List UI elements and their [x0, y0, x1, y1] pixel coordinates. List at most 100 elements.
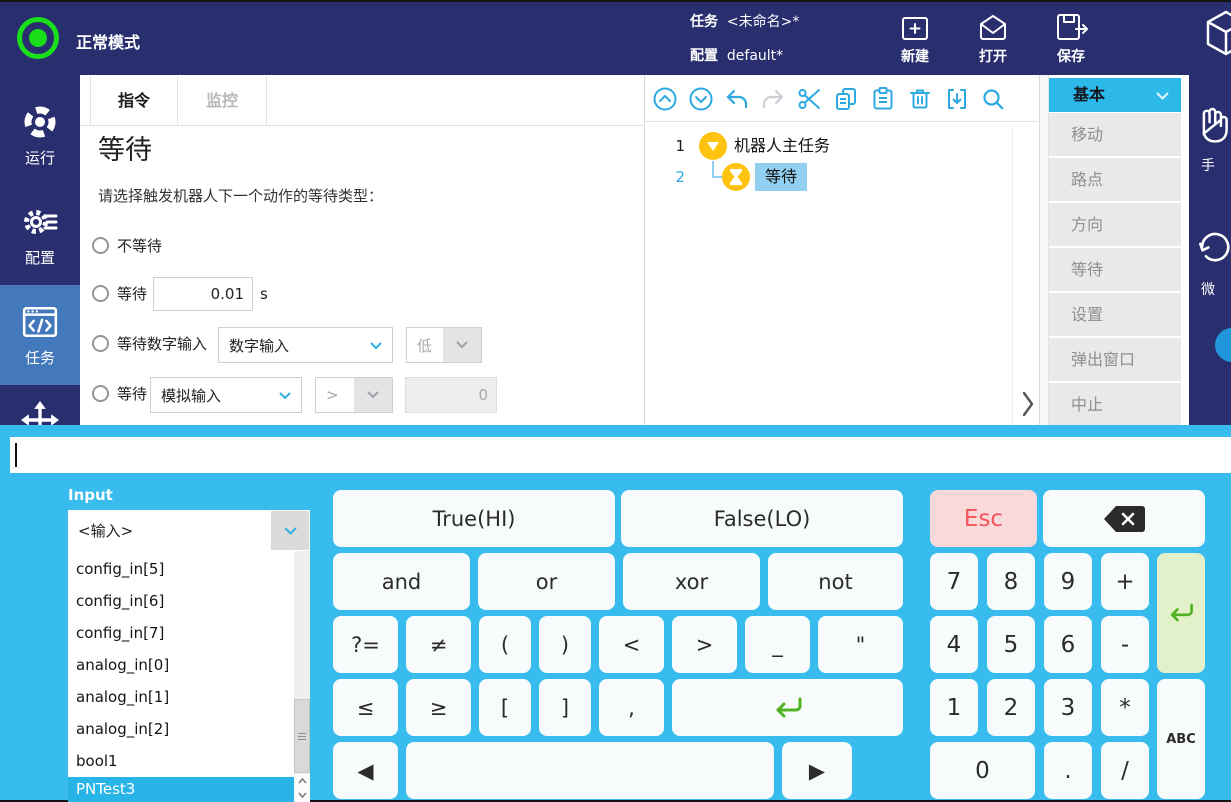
analog-operator-dropdown[interactable]: > — [315, 377, 393, 413]
key-enter[interactable] — [1157, 553, 1205, 673]
analog-input-dropdown[interactable]: 模拟输入 — [150, 377, 302, 413]
radio-no-wait[interactable] — [92, 237, 109, 254]
key-7[interactable]: 7 — [930, 553, 978, 610]
key-9[interactable]: 9 — [1044, 553, 1092, 610]
new-button[interactable]: 新建 — [883, 10, 947, 72]
key-star[interactable]: * — [1101, 679, 1149, 736]
sidebar-item-task[interactable]: 任务 — [0, 285, 80, 385]
tree-scrollbar[interactable] — [1012, 128, 1013, 425]
scroll-down-button[interactable] — [294, 788, 310, 802]
radio-wait-time[interactable] — [92, 285, 109, 302]
key-space[interactable] — [406, 742, 774, 799]
list-item[interactable]: analog_in[1] — [68, 681, 294, 713]
copy-icon[interactable] — [833, 86, 859, 112]
key-less-than[interactable]: < — [599, 616, 664, 673]
key-abc-mode[interactable]: ABC — [1157, 679, 1205, 799]
command-item-move[interactable]: 移动 — [1049, 113, 1181, 156]
radio-wait-analog[interactable] — [92, 385, 109, 402]
command-item-set[interactable]: 设置 — [1049, 293, 1181, 336]
key-greater-equal[interactable]: ≥ — [406, 679, 471, 736]
wait-seconds-input[interactable]: 0.01 — [153, 277, 253, 311]
list-item[interactable]: bool1 — [68, 745, 294, 777]
radio-wait-digital[interactable] — [92, 335, 109, 352]
command-item-wait[interactable]: 等待 — [1049, 248, 1181, 291]
key-0[interactable]: 0 — [930, 742, 1035, 799]
list-item[interactable]: analog_in[2] — [68, 713, 294, 745]
key-false-lo[interactable]: False(LO) — [621, 490, 903, 547]
key-minus[interactable]: - — [1101, 616, 1149, 673]
blue-circle-icon[interactable] — [1215, 328, 1231, 362]
key-4[interactable]: 4 — [930, 616, 978, 673]
key-return[interactable] — [672, 679, 903, 736]
key-comma[interactable]: , — [599, 679, 664, 736]
insert-icon[interactable] — [944, 86, 970, 112]
key-slash[interactable]: / — [1101, 742, 1149, 799]
key-cursor-right[interactable]: ▶ — [782, 742, 852, 799]
expand-down-icon[interactable] — [688, 86, 714, 112]
search-icon[interactable] — [980, 86, 1006, 112]
key-quote[interactable]: " — [818, 616, 903, 673]
key-8[interactable]: 8 — [987, 553, 1035, 610]
expand-panel-chevron-icon[interactable] — [1020, 390, 1036, 418]
digital-level-dropdown[interactable]: 低 — [406, 327, 482, 363]
rotate-icon[interactable] — [1195, 229, 1231, 267]
key-5[interactable]: 5 — [987, 616, 1035, 673]
key-not-equal[interactable]: ≠ — [406, 616, 471, 673]
tree-row-main-task[interactable]: 机器人主任务 — [734, 132, 830, 160]
command-item-direction[interactable]: 方向 — [1049, 203, 1181, 246]
key-backspace[interactable] — [1043, 490, 1205, 547]
key-3[interactable]: 3 — [1044, 679, 1092, 736]
sidebar-item-run[interactable]: 运行 — [0, 85, 80, 185]
key-right-paren[interactable]: ) — [539, 616, 591, 673]
key-esc[interactable]: Esc — [930, 490, 1037, 547]
list-item-selected[interactable]: PNTest3 — [68, 777, 310, 802]
command-category-dropdown[interactable]: 基本 — [1049, 78, 1181, 112]
key-dot[interactable]: . — [1044, 742, 1092, 799]
delete-icon[interactable] — [907, 86, 933, 112]
tab-instruction[interactable]: 指令 — [90, 75, 178, 126]
key-right-bracket[interactable]: ] — [539, 679, 591, 736]
collapse-up-icon[interactable] — [652, 86, 678, 112]
key-2[interactable]: 2 — [987, 679, 1035, 736]
cube-icon[interactable] — [1203, 8, 1231, 58]
open-button[interactable]: 打开 — [961, 10, 1025, 72]
key-cursor-left[interactable]: ◀ — [333, 742, 398, 799]
cut-icon[interactable] — [796, 86, 822, 112]
wait-hourglass-icon[interactable] — [722, 163, 750, 191]
list-item[interactable]: config_in[7] — [68, 617, 294, 649]
key-6[interactable]: 6 — [1044, 616, 1092, 673]
key-plus[interactable]: + — [1101, 553, 1149, 610]
key-less-equal[interactable]: ≤ — [333, 679, 398, 736]
expression-input[interactable] — [10, 437, 1231, 473]
hand-icon[interactable] — [1195, 105, 1231, 147]
key-1[interactable]: 1 — [930, 679, 978, 736]
key-or[interactable]: or — [478, 553, 615, 610]
key-and[interactable]: and — [333, 553, 470, 610]
key-left-bracket[interactable]: [ — [479, 679, 531, 736]
undo-icon[interactable] — [724, 86, 750, 112]
sidebar-item-config[interactable]: 配置 — [0, 185, 80, 285]
save-button[interactable]: 保存 — [1039, 10, 1103, 72]
command-item-popup[interactable]: 弹出窗口 — [1049, 338, 1181, 381]
key-greater-than[interactable]: > — [672, 616, 737, 673]
tree-row-wait-selected[interactable]: 等待 — [755, 163, 807, 191]
collapse-toggle-icon[interactable] — [699, 132, 727, 160]
paste-icon[interactable] — [870, 86, 896, 112]
scroll-up-button[interactable] — [294, 774, 310, 788]
command-item-abort[interactable]: 中止 — [1049, 383, 1181, 426]
key-left-paren[interactable]: ( — [479, 616, 531, 673]
analog-value-input[interactable]: 0 — [405, 377, 497, 413]
command-item-waypoint[interactable]: 路点 — [1049, 158, 1181, 201]
key-not[interactable]: not — [768, 553, 903, 610]
key-true-hi[interactable]: True(HI) — [333, 490, 615, 547]
command-panel-scrollbar[interactable] — [1040, 75, 1049, 425]
scrollbar-thumb[interactable] — [294, 699, 310, 773]
list-item[interactable]: config_in[6] — [68, 585, 294, 617]
input-select-dropdown[interactable]: <输入> — [68, 510, 310, 551]
key-xor[interactable]: xor — [623, 553, 760, 610]
key-maybe-equals[interactable]: ?= — [333, 616, 398, 673]
list-item[interactable]: analog_in[0] — [68, 649, 294, 681]
key-underscore[interactable]: _ — [745, 616, 810, 673]
list-item[interactable]: config_in[5] — [68, 553, 294, 585]
list-scrollbar[interactable] — [294, 551, 310, 802]
